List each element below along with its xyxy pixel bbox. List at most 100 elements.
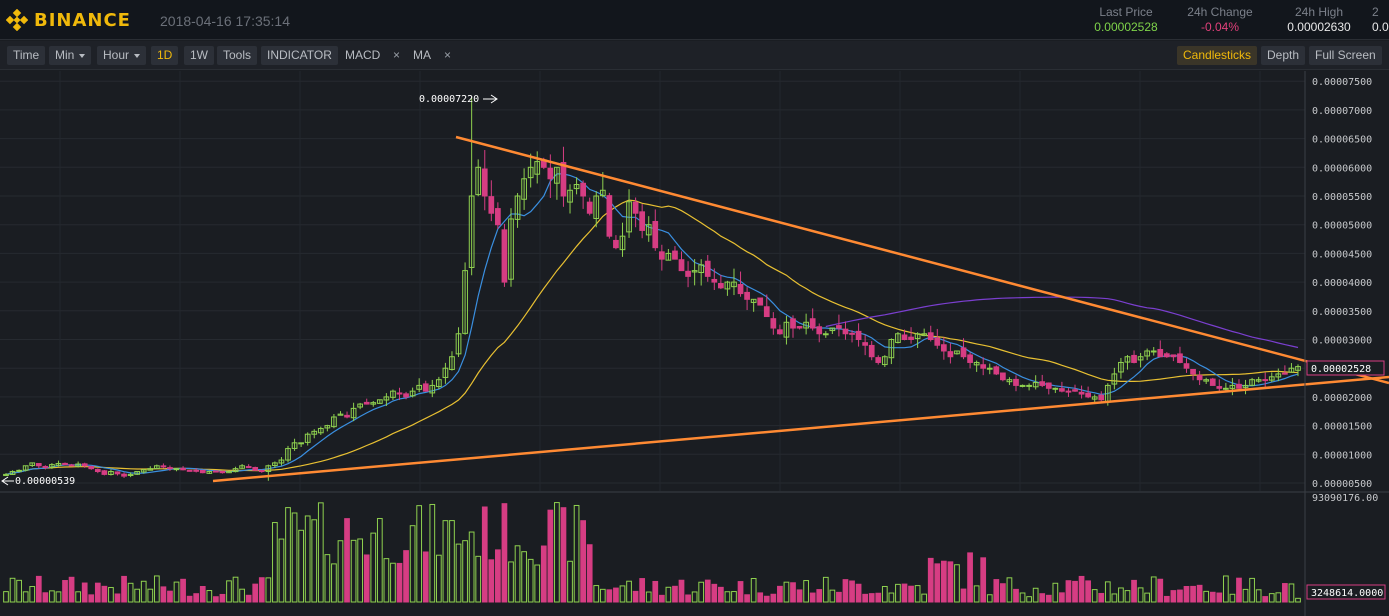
volume-bar[interactable] [1013,588,1019,603]
volume-bar[interactable] [757,592,764,603]
volume-bar[interactable] [842,579,849,603]
volume-bar[interactable] [704,579,711,603]
binance-logo[interactable]: BINANCE [5,8,131,32]
volume-bar[interactable] [35,575,42,603]
volume-bar[interactable] [777,585,783,603]
volume-bar[interactable] [481,506,488,603]
volume-bar[interactable] [344,518,350,603]
fullscreen-button[interactable]: Full Screen [1309,46,1382,65]
ma-indicator-tag[interactable]: MA [407,46,437,65]
volume-bar[interactable] [1157,578,1164,603]
volume-bar[interactable] [501,503,508,603]
volume-bar[interactable] [613,587,619,603]
volume-bar[interactable] [1065,580,1072,603]
time-button[interactable]: Time [7,46,46,65]
volume-bar[interactable] [121,575,127,603]
tools-button[interactable]: Tools [217,46,258,65]
interval-1w-button[interactable]: 1W [184,46,214,65]
candle[interactable] [199,469,206,474]
volume-bar[interactable] [62,580,68,603]
volume-bar[interactable] [1190,585,1196,603]
volume-bar[interactable] [219,593,226,603]
volume-bar[interactable] [737,581,744,603]
volume-bar[interactable] [167,590,173,603]
candle[interactable] [757,297,764,306]
volume-bar[interactable] [855,583,862,603]
candle[interactable] [186,469,193,472]
volume-bar[interactable] [940,560,947,603]
candlesticks-button[interactable]: Candlesticks [1177,46,1258,65]
remove-macd-close-icon[interactable]: × [393,46,400,65]
volume-bar[interactable] [908,585,914,603]
volume-bar[interactable] [606,589,613,603]
volume-bar[interactable] [632,590,639,603]
candle[interactable] [213,470,219,473]
volume-bar[interactable] [1045,594,1052,603]
volume-bar[interactable] [809,592,816,603]
volume-bar[interactable] [213,596,219,603]
volume-bar[interactable] [160,586,167,603]
volume-bar[interactable] [770,593,777,603]
volume-bar[interactable] [1039,593,1046,603]
volume-bar[interactable] [901,583,908,603]
volume-bar[interactable] [836,591,842,603]
price-chart-area[interactable]: 0.00007500 0.00007000 0.00006500 0.00006000… [0,71,1389,616]
candle[interactable] [1209,377,1216,386]
volume-bar[interactable] [639,578,646,603]
volume-bar[interactable] [396,562,403,603]
volume-bar[interactable] [252,583,259,603]
remove-ma-close-icon[interactable]: × [444,46,451,65]
volume-bar[interactable] [744,594,750,603]
volume-bar[interactable] [1170,590,1177,603]
volume-bar[interactable] [934,563,941,603]
volume-bar[interactable] [488,559,495,603]
volume-bar[interactable] [1262,596,1269,603]
volume-bar[interactable] [1085,580,1091,603]
volume-bar[interactable] [1177,589,1183,603]
candle[interactable] [101,469,108,476]
volume-bar[interactable] [672,585,678,603]
volume-bar[interactable] [1196,584,1203,603]
volume-bar[interactable] [42,592,49,603]
volume-bar[interactable] [1163,595,1170,603]
volume-bar[interactable] [678,579,685,603]
volume-bar[interactable] [1000,583,1006,603]
volume-bar[interactable] [199,585,206,603]
volume-bar[interactable] [1098,592,1105,603]
volume-bar[interactable] [960,588,967,603]
volume-bar[interactable] [718,586,724,603]
volume-bar[interactable] [947,561,954,603]
volume-bar[interactable] [1078,575,1085,603]
volume-bar[interactable] [180,578,186,603]
volume-bar[interactable] [763,595,770,603]
volume-bar[interactable] [868,593,875,603]
indicator-button[interactable]: INDICATOR [261,46,338,65]
volume-bar[interactable] [114,593,121,603]
volume-bar[interactable] [1236,577,1242,603]
volume-bar[interactable] [586,544,593,603]
depth-button[interactable]: Depth [1261,46,1306,65]
volume-bar[interactable] [927,557,934,603]
interval-1d-button[interactable]: 1D [151,46,179,65]
volume-bar[interactable] [875,592,882,603]
volume-bar[interactable] [101,585,108,603]
volume-bar[interactable] [540,545,547,603]
hour-interval-dropdown[interactable]: Hour [97,46,147,65]
volume-bar[interactable] [796,589,803,603]
candlestick-chart[interactable]: 0.00007500 0.00007000 0.00006500 0.00006000… [0,71,1389,616]
volume-bar[interactable] [363,554,370,603]
volume-bar[interactable] [245,594,252,603]
volume-bar[interactable] [1282,583,1288,603]
volume-bar[interactable] [980,557,987,603]
candle[interactable] [1000,372,1006,382]
candle[interactable] [252,466,259,471]
volume-bar[interactable] [94,582,101,603]
volume-bar[interactable] [658,594,665,603]
candle[interactable] [501,223,508,287]
candle[interactable] [993,365,1000,376]
volume-bar[interactable] [1131,579,1137,603]
volume-bar[interactable] [68,576,75,603]
volume-bar[interactable] [580,520,586,603]
candle[interactable] [606,192,613,239]
macd-indicator-tag[interactable]: MACD [339,46,386,65]
